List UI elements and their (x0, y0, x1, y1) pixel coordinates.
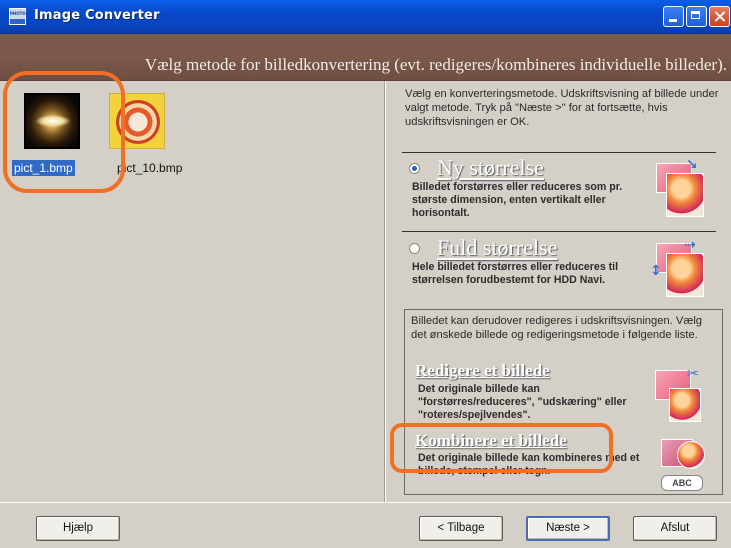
thumbnail-panel: pict_1.bmp pict_10.bmp (0, 81, 384, 502)
edit-image-desc: Det originale billede kan "forstørres/re… (418, 383, 627, 421)
resize-illustration-icon: ↘ (650, 157, 704, 217)
minimize-icon[interactable] (663, 6, 684, 27)
window-title: Image Converter (34, 8, 160, 23)
edit-image-illustration-icon: ✂ (649, 366, 701, 424)
thumbnail-image-pict-10[interactable] (109, 93, 165, 149)
header-band: Vælg metode for billedkonvertering (evt.… (0, 34, 731, 81)
exit-button[interactable]: Afslut (633, 516, 717, 541)
app-icon: PHOTO (9, 8, 26, 25)
edit-image-link[interactable]: Redigere et billede (415, 361, 550, 381)
edit-section: Billedet kan derudover redigeres i udskr… (404, 309, 723, 495)
option-desc-ny-storrelse: Billedet forstørres eller reduceres som … (412, 181, 623, 219)
radio-fuld-storrelse[interactable] (409, 243, 420, 254)
back-button[interactable]: < Tilbage (419, 516, 503, 541)
next-button[interactable]: Næste > (526, 516, 610, 541)
option-desc-fuld-storrelse: Hele billedet forstørres eller reduceres… (412, 261, 619, 286)
method-intro: Vælg en konverteringsmetode. Udskriftsvi… (405, 88, 719, 128)
option-fuld-storrelse[interactable]: Fuld størrelse Hele billedet forstørres … (402, 235, 718, 305)
radio-ny-storrelse[interactable] (409, 163, 420, 174)
option-separator (402, 231, 716, 232)
close-icon[interactable] (709, 6, 730, 27)
fullsize-illustration-icon: ↕ ⇢ (650, 237, 704, 297)
thumbnail-image-pict-1[interactable] (24, 93, 80, 149)
maximize-icon[interactable] (686, 6, 707, 27)
app-icon-label: PHOTO (10, 11, 26, 16)
header-instruction: Vælg metode for billedkonvertering (evt.… (144, 55, 727, 74)
combine-image-desc: Det originale billede kan kombineres med… (418, 452, 640, 477)
combine-image-link[interactable]: Kombinere et billede (415, 431, 567, 451)
option-ny-storrelse[interactable]: Ny størrelse Billedet forstørres eller r… (402, 155, 718, 231)
panel-divider-highlight (385, 81, 386, 502)
stamp-abc-icon: ABC (661, 475, 703, 491)
help-button[interactable]: Hjælp (36, 516, 120, 541)
thumbnail-label-pict-1[interactable]: pict_1.bmp (12, 160, 75, 176)
edit-intro: Billedet kan derudover redigeres i udskr… (411, 315, 703, 341)
option-separator (402, 152, 716, 153)
option-title-ny-storrelse[interactable]: Ny størrelse (437, 155, 544, 181)
thumbnail-label-pict-10[interactable]: pict_10.bmp (115, 160, 184, 176)
option-title-fuld-storrelse[interactable]: Fuld størrelse (437, 235, 557, 261)
combine-image-illustration-icon: ABC (655, 437, 707, 493)
button-bar: Hjælp < Tilbage Næste > Afslut (0, 502, 731, 548)
title-bar: PHOTO Image Converter (0, 0, 731, 34)
method-panel: Vælg en konverteringsmetode. Udskriftsvi… (393, 81, 731, 502)
